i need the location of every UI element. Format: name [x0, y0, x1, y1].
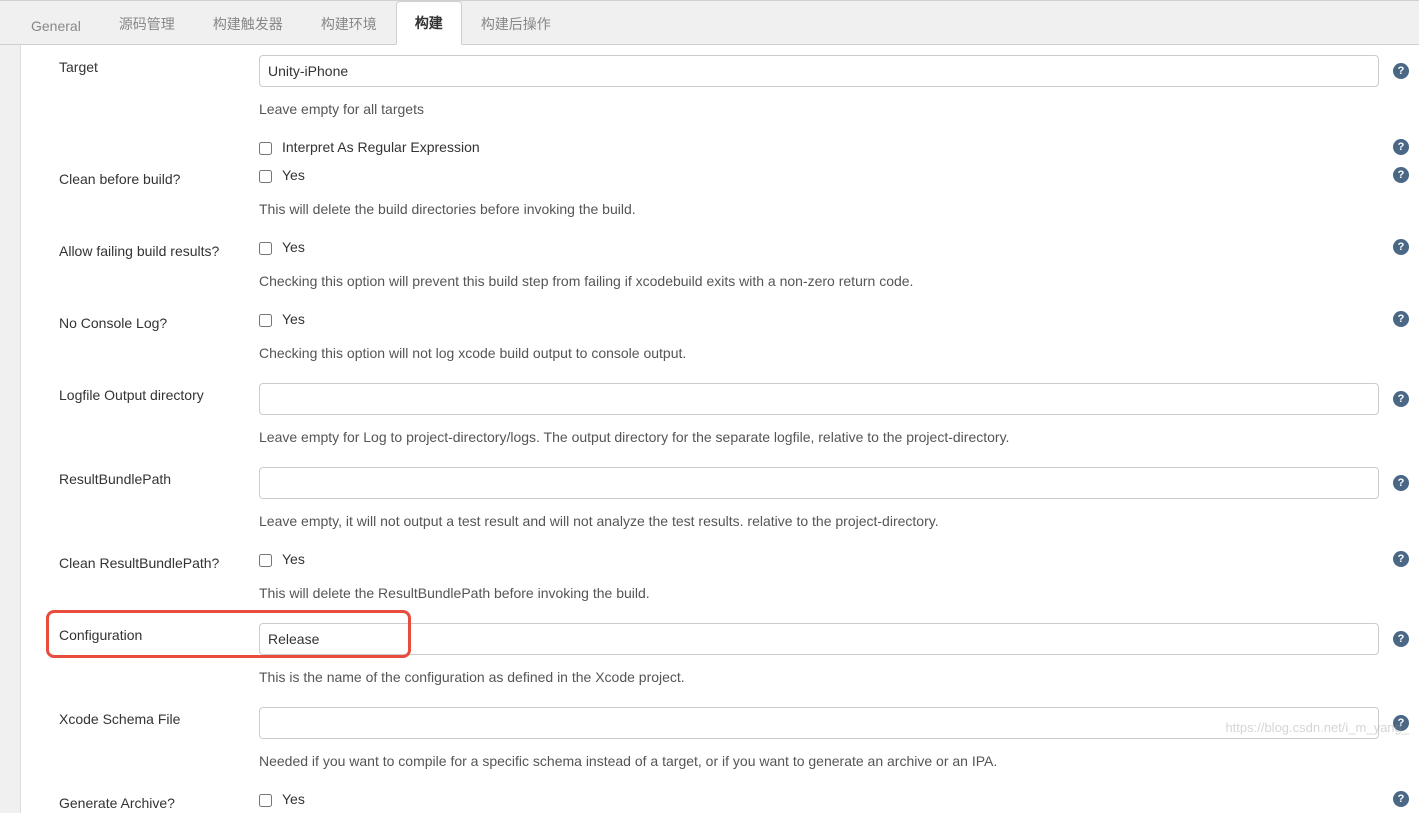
no-console-description: Checking this option will not log xcode …	[259, 333, 686, 365]
clean-before-yes: Yes	[282, 167, 305, 183]
resultbundle-description: Leave empty, it will not output a test r…	[259, 501, 939, 533]
regex-label: Interpret As Regular Expression	[282, 139, 480, 155]
allow-failing-checkbox[interactable]	[259, 242, 272, 255]
tab-postbuild[interactable]: 构建后操作	[462, 2, 570, 45]
help-icon[interactable]: ?	[1393, 391, 1409, 407]
logfile-input[interactable]	[259, 383, 1379, 415]
resultbundle-input[interactable]	[259, 467, 1379, 499]
archive-label: Generate Archive?	[59, 791, 259, 811]
logfile-label: Logfile Output directory	[59, 383, 259, 403]
tab-scm[interactable]: 源码管理	[100, 2, 194, 45]
help-icon[interactable]: ?	[1393, 63, 1409, 79]
tab-triggers[interactable]: 构建触发器	[194, 2, 302, 45]
target-description: Leave empty for all targets	[259, 89, 424, 121]
tab-build[interactable]: 构建	[396, 1, 462, 45]
clean-result-checkbox[interactable]	[259, 554, 272, 567]
clean-result-label: Clean ResultBundlePath?	[59, 551, 259, 571]
archive-checkbox[interactable]	[259, 794, 272, 807]
help-icon[interactable]: ?	[1393, 239, 1409, 255]
schema-input[interactable]	[259, 707, 1379, 739]
clean-before-label: Clean before build?	[59, 167, 259, 187]
help-icon[interactable]: ?	[1393, 791, 1409, 807]
target-input[interactable]	[259, 55, 1379, 87]
target-label: Target	[59, 55, 259, 75]
clean-result-description: This will delete the ResultBundlePath be…	[259, 573, 650, 605]
regex-checkbox[interactable]	[259, 142, 272, 155]
allow-failing-yes: Yes	[282, 239, 305, 255]
tab-general[interactable]: General	[12, 6, 100, 45]
allow-failing-label: Allow failing build results?	[59, 239, 259, 259]
help-icon[interactable]: ?	[1393, 167, 1409, 183]
help-icon[interactable]: ?	[1393, 715, 1409, 731]
clean-result-yes: Yes	[282, 551, 305, 567]
configuration-input[interactable]	[259, 623, 1379, 655]
configuration-label: Configuration	[59, 623, 259, 643]
archive-yes: Yes	[282, 791, 305, 807]
configuration-description: This is the name of the configuration as…	[259, 657, 685, 689]
help-icon[interactable]: ?	[1393, 311, 1409, 327]
tabs-bar: General 源码管理 构建触发器 构建环境 构建 构建后操作	[0, 0, 1419, 45]
resultbundle-label: ResultBundlePath	[59, 467, 259, 487]
no-console-label: No Console Log?	[59, 311, 259, 331]
clean-before-checkbox[interactable]	[259, 170, 272, 183]
build-config-form: Target ? Leave empty for all targets Int…	[20, 45, 1419, 813]
help-icon[interactable]: ?	[1393, 475, 1409, 491]
tab-env[interactable]: 构建环境	[302, 2, 396, 45]
no-console-yes: Yes	[282, 311, 305, 327]
help-icon[interactable]: ?	[1393, 551, 1409, 567]
logfile-description: Leave empty for Log to project-directory…	[259, 417, 1009, 449]
help-icon[interactable]: ?	[1393, 631, 1409, 647]
allow-failing-description: Checking this option will prevent this b…	[259, 261, 913, 293]
help-icon[interactable]: ?	[1393, 139, 1409, 155]
schema-label: Xcode Schema File	[59, 707, 259, 727]
no-console-checkbox[interactable]	[259, 314, 272, 327]
schema-description: Needed if you want to compile for a spec…	[259, 741, 997, 773]
clean-before-description: This will delete the build directories b…	[259, 189, 636, 221]
